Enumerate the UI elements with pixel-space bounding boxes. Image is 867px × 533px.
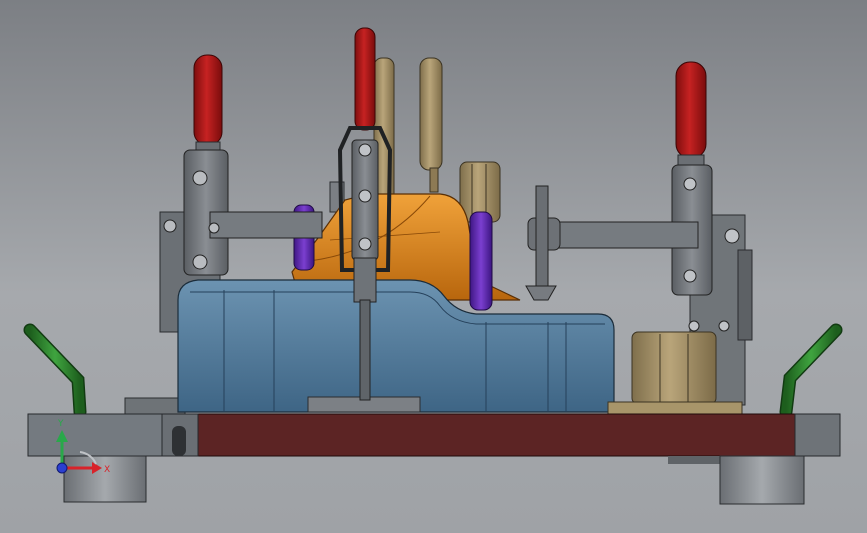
base-plate <box>27 413 841 464</box>
z-axis-dot <box>56 462 68 474</box>
toggle-clamp-right <box>525 61 740 332</box>
fixture-model[interactable]: Y X <box>0 0 867 533</box>
x-axis-label: X <box>104 465 110 475</box>
cad-viewport[interactable]: Y X <box>0 0 867 533</box>
y-axis-label: Y <box>57 419 64 429</box>
